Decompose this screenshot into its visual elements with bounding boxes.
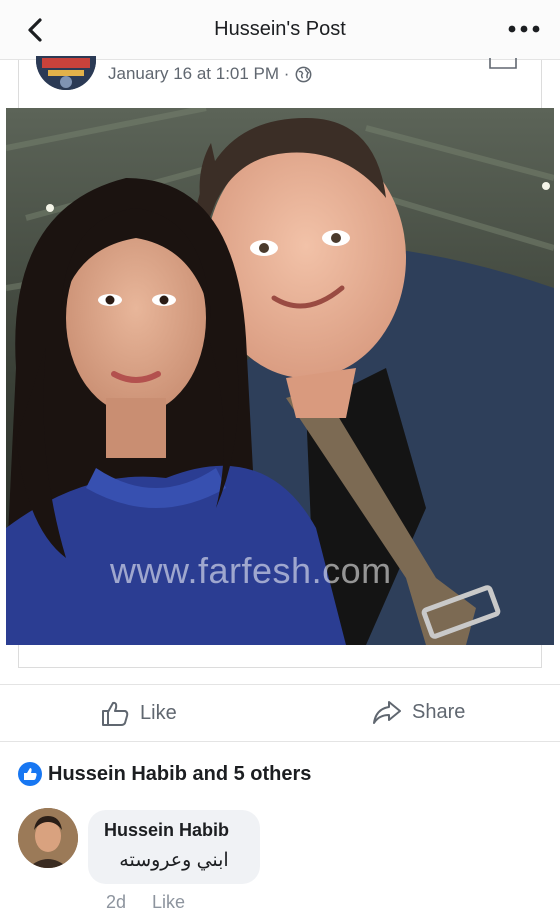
comment-avatar[interactable]	[18, 808, 78, 868]
comment-bubble: Hussein Habib ابني وعروسته	[88, 810, 260, 884]
like-button[interactable]: Like	[100, 699, 177, 727]
top-bar: Hussein's Post	[0, 0, 560, 60]
comment-age: 2d	[106, 892, 127, 912]
globe-icon	[296, 66, 312, 82]
more-button[interactable]	[506, 18, 542, 40]
comment-text: ابني وعروسته	[119, 850, 229, 871]
like-icon	[102, 701, 129, 726]
share-button[interactable]: Share	[372, 699, 465, 725]
post-meta: January 16 at 1:01 PM ·	[108, 64, 312, 84]
post-timestamp[interactable]: January 16 at 1:01 PM ·	[108, 64, 289, 84]
comment-author[interactable]: Hussein Habib	[104, 820, 244, 841]
page-title: Hussein's Post	[214, 18, 346, 40]
share-icon	[373, 701, 401, 724]
comment-like-button[interactable]: Like	[152, 892, 185, 913]
action-bar: Like Share	[0, 684, 560, 742]
post-photo[interactable]: www.farfesh.com	[6, 108, 554, 645]
reactions-summary[interactable]: Hussein Habib and 5 others	[18, 762, 311, 786]
like-badge-icon	[18, 762, 42, 786]
watermark: www.farfesh.com	[110, 550, 392, 591]
bookmark-icon[interactable]	[488, 58, 518, 72]
reactions-text: Hussein Habib and 5 others	[48, 762, 312, 785]
like-label: Like	[140, 701, 177, 724]
more-icon	[508, 25, 540, 33]
comment-footer: 2d Like	[106, 892, 185, 913]
share-label: Share	[412, 700, 466, 723]
